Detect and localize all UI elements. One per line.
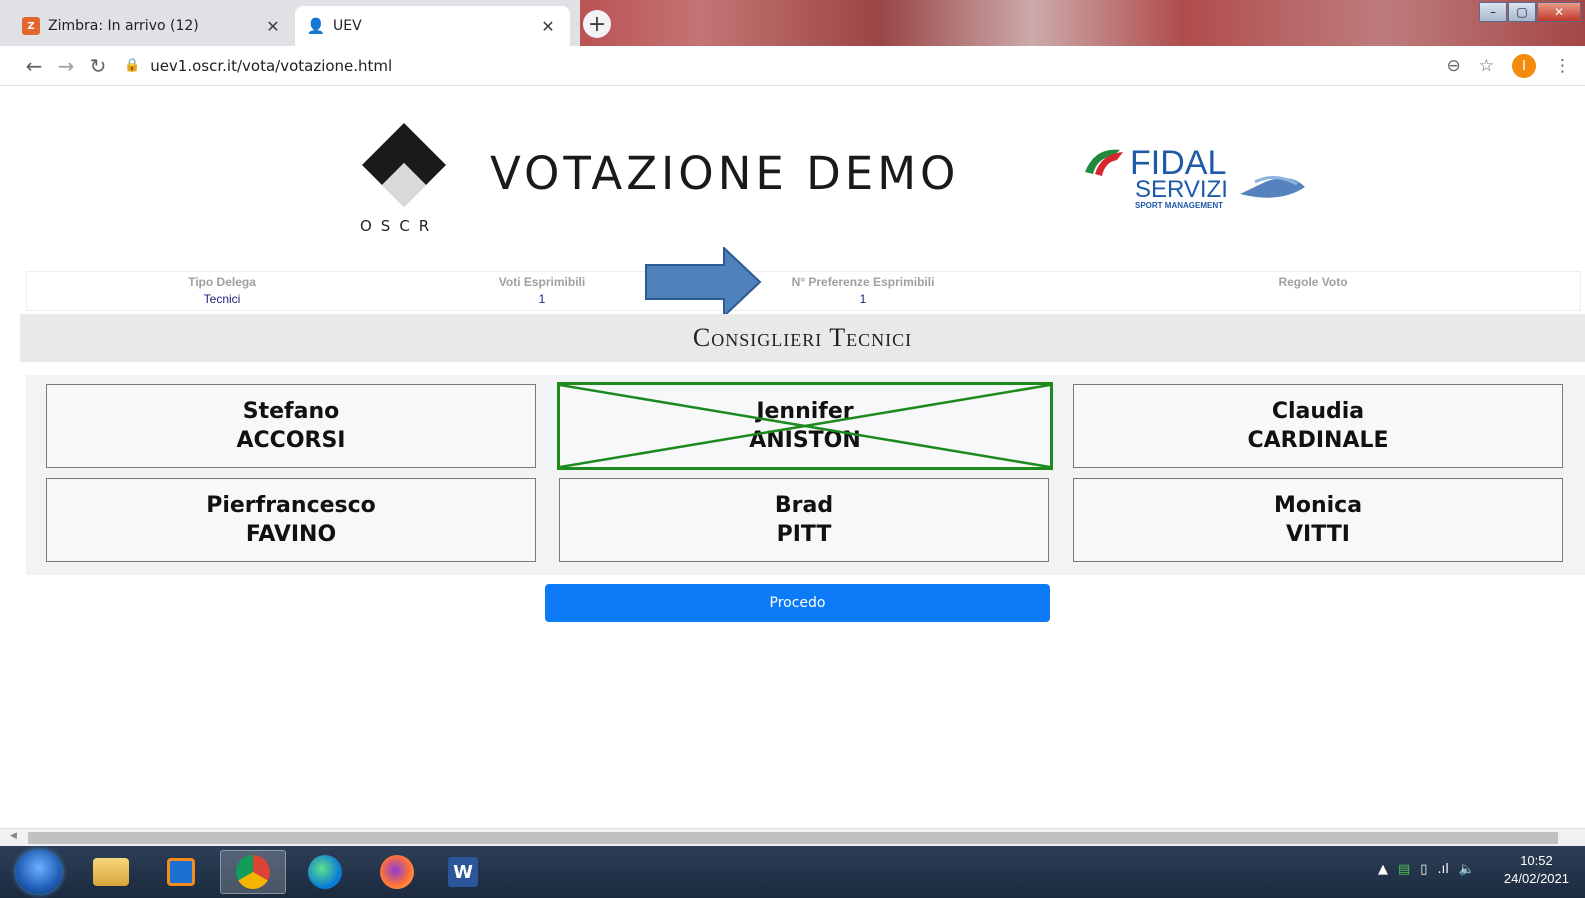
maximize-button[interactable]: ▢ (1508, 2, 1536, 22)
close-icon[interactable]: ✕ (538, 17, 558, 36)
profile-avatar[interactable]: I (1512, 54, 1536, 78)
candidate-first-name: Monica (1273, 493, 1363, 518)
candidate-last-name: VITTI (1286, 522, 1350, 547)
taskbar-clock[interactable]: 10:52 24/02/2021 (1504, 852, 1569, 888)
info-regole-voto: Regole Voto (1213, 275, 1413, 292)
power-icon[interactable]: ▯ (1420, 862, 1427, 877)
candidate-first-name: Brad (774, 493, 834, 518)
candidate-last-name: ACCORSI (236, 428, 346, 453)
windows-taskbar: W ▲ ▤ ▯ .ıl 🔈 10:52 24/02/2021 (0, 846, 1585, 898)
annotation-arrow-icon (645, 247, 762, 317)
app-tray-icon[interactable]: ▤ (1398, 862, 1410, 877)
candidate-card[interactable]: Claudia CARDINALE (1073, 384, 1563, 468)
candidate-last-name: FAVINO (245, 522, 337, 547)
info-label: Regole Voto (1278, 275, 1348, 289)
forward-icon[interactable]: → (50, 54, 82, 78)
section-title: Consiglieri Tecnici (692, 323, 913, 352)
candidate-card[interactable]: Stefano ACCORSI (46, 384, 536, 468)
scrollbar-thumb[interactable] (28, 832, 1558, 844)
outlook-icon[interactable] (148, 850, 214, 894)
candidate-first-name: Pierfrancesco (206, 493, 376, 518)
tab-title: UEV (333, 18, 362, 34)
info-voti-esprimibili: Voti Esprimibili 1 (442, 275, 642, 306)
windows-start-icon[interactable] (16, 850, 62, 894)
close-window-button[interactable]: ✕ (1537, 2, 1581, 22)
info-preferenze-esprimibili: N° Preferenze Esprimibili 1 (743, 275, 983, 306)
clock-date: 24/02/2021 (1503, 871, 1569, 886)
zimbra-icon: Z (22, 17, 40, 35)
bookmark-star-icon[interactable]: ☆ (1479, 56, 1494, 76)
network-signal-icon[interactable]: .ıl (1437, 862, 1448, 877)
lock-icon: 🔒 (124, 58, 141, 73)
minimize-button[interactable]: – (1479, 2, 1507, 22)
clock-time: 10:52 (1520, 853, 1553, 868)
vote-cross-mark-icon (560, 385, 1050, 467)
candidate-last-name: CARDINALE (1247, 428, 1389, 453)
horizontal-scrollbar[interactable]: ◀ (0, 828, 1585, 846)
section-header: Consiglieri Tecnici (20, 314, 1585, 362)
firefox-icon[interactable] (364, 850, 430, 894)
info-value: Tecnici (203, 292, 241, 306)
fidal-servizi-logo: FIDAL SERVIZI SPORT MANAGEMENT (1085, 144, 1305, 210)
candidate-card[interactable]: Pierfrancesco FAVINO (46, 478, 536, 562)
info-value: 1 (538, 292, 546, 306)
vote-info-bar: Tipo Delega Tecnici Voti Esprimibili 1 N… (26, 271, 1581, 311)
page-header: OSCR VOTAZIONE DEMO FIDAL SERVIZI SPORT … (0, 87, 1585, 247)
browser-titlebar: Z Zimbra: In arrivo (12) ✕ 👤 UEV ✕ + – ▢… (0, 0, 1585, 46)
partner-logo-tagline: SPORT MANAGEMENT (1135, 201, 1223, 210)
word-icon[interactable]: W (430, 850, 496, 894)
proceed-button[interactable]: Procedo (545, 584, 1050, 622)
close-icon[interactable]: ✕ (263, 17, 283, 36)
reload-icon[interactable]: ↻ (82, 54, 114, 78)
candidate-last-name: PITT (776, 522, 832, 547)
back-icon[interactable]: ← (18, 54, 50, 78)
candidate-card[interactable]: Monica VITTI (1073, 478, 1563, 562)
address-bar: ← → ↻ 🔒 uev1.oscr.it/vota/votazione.html… (0, 46, 1585, 86)
page-title: VOTAZIONE DEMO (490, 147, 960, 200)
chrome-icon[interactable] (220, 850, 286, 894)
info-label: Voti Esprimibili (498, 275, 586, 289)
candidates-grid: Stefano ACCORSI Jennifer ANISTON Claudia… (26, 375, 1585, 575)
menu-icon[interactable]: ⋮ (1554, 56, 1571, 76)
edge-icon[interactable] (292, 850, 358, 894)
candidate-card-selected[interactable]: Jennifer ANISTON (557, 382, 1053, 470)
info-label: N° Preferenze Esprimibili (791, 275, 935, 289)
file-explorer-icon[interactable] (78, 850, 144, 894)
candidate-card[interactable]: Brad PITT (559, 478, 1049, 562)
candidate-first-name: Stefano (242, 399, 340, 424)
new-tab-button[interactable]: + (583, 10, 611, 38)
zoom-icon[interactable]: ⊖ (1447, 56, 1461, 76)
url-text: uev1.oscr.it/vota/votazione.html (150, 56, 393, 75)
tab-zimbra[interactable]: Z Zimbra: In arrivo (12) ✕ (10, 6, 295, 46)
volume-icon[interactable]: 🔈 (1459, 862, 1475, 877)
url-field[interactable]: 🔒 uev1.oscr.it/vota/votazione.html (124, 49, 1424, 82)
scroll-left-icon[interactable]: ◀ (10, 831, 17, 841)
show-hidden-icons-icon[interactable]: ▲ (1378, 862, 1388, 877)
partner-logo-subtext: SERVIZI (1135, 176, 1228, 203)
system-tray: ▲ ▤ ▯ .ıl 🔈 (1378, 862, 1475, 877)
page-content: OSCR VOTAZIONE DEMO FIDAL SERVIZI SPORT … (0, 87, 1585, 827)
user-check-icon: 👤 (306, 17, 326, 35)
window-background (580, 0, 1585, 46)
address-bar-actions: ⊖ ☆ I ⋮ (1429, 54, 1571, 78)
info-label: Tipo Delega (188, 275, 256, 289)
tab-uev[interactable]: 👤 UEV ✕ (295, 6, 570, 46)
info-tipo-delega: Tipo Delega Tecnici (122, 275, 322, 306)
candidate-first-name: Claudia (1271, 399, 1365, 424)
window-controls: – ▢ ✕ (1478, 2, 1581, 22)
info-value: 1 (859, 292, 867, 306)
oscr-logo-text: OSCR (360, 217, 439, 235)
tab-title: Zimbra: In arrivo (12) (48, 18, 199, 34)
